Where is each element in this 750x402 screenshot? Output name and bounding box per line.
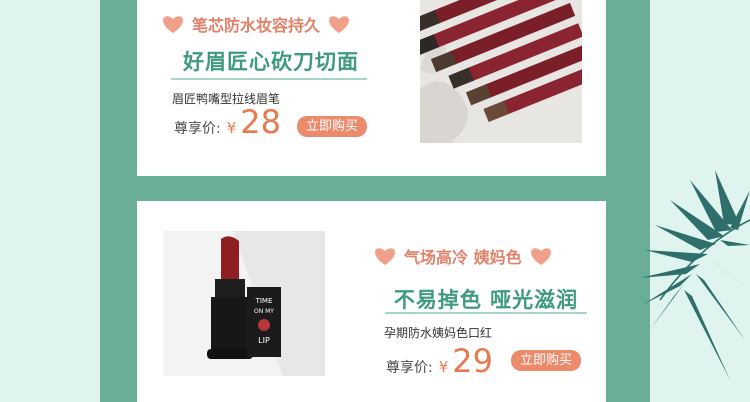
price-row: 尊享价: ¥ 29 bbox=[386, 345, 493, 377]
box-text-line: ON MY bbox=[254, 308, 274, 315]
heart-icon bbox=[375, 248, 395, 265]
price-label: 尊享价: bbox=[174, 121, 221, 137]
heart-icon bbox=[329, 16, 349, 33]
heart-icon bbox=[530, 248, 551, 265]
price-row: 尊享价: ¥ 28 bbox=[174, 106, 281, 138]
slogan-row: 笔芯防水妆容持久 bbox=[162, 12, 350, 36]
headline: 不易掉色 哑光滋润 bbox=[393, 288, 579, 312]
divider bbox=[171, 78, 367, 80]
currency-symbol: ¥ bbox=[438, 358, 449, 376]
divider bbox=[385, 312, 587, 314]
heart-icon bbox=[163, 16, 183, 33]
product-name: 孕期防水姨妈色口红 bbox=[384, 326, 493, 340]
slogan-row: 气场高冷 姨妈色 bbox=[374, 244, 552, 268]
slogan-text: 笔芯防水妆容持久 bbox=[192, 16, 321, 35]
eyebrow-pencils-photo bbox=[420, 0, 582, 143]
currency-symbol: ¥ bbox=[226, 119, 237, 137]
price-label: 尊享价: bbox=[386, 360, 433, 376]
box-text-line: LIP bbox=[258, 336, 270, 345]
buy-now-button[interactable]: 立即购买 bbox=[297, 116, 367, 137]
palm-leaf-icon bbox=[640, 170, 750, 380]
price-value: 28 bbox=[240, 103, 281, 141]
headline: 好眉匠心砍刀切面 bbox=[183, 50, 359, 74]
buy-now-button[interactable]: 立即购买 bbox=[511, 350, 581, 371]
price-value: 29 bbox=[452, 342, 493, 380]
box-text-line: TIME bbox=[255, 297, 273, 305]
lipstick-photo: TIME ON MY LIP bbox=[163, 231, 325, 376]
product-card-lipstick: TIME ON MY LIP 气场高冷 姨妈色 不易掉色 哑光滋润 孕期防水姨妈… bbox=[137, 201, 606, 402]
slogan-text: 气场高冷 姨妈色 bbox=[404, 248, 522, 267]
product-card-brow-pencil: 笔芯防水妆容持久 好眉匠心砍刀切面 眉匠鸭嘴型拉线眉笔 尊享价: ¥ 28 立即… bbox=[137, 0, 606, 176]
